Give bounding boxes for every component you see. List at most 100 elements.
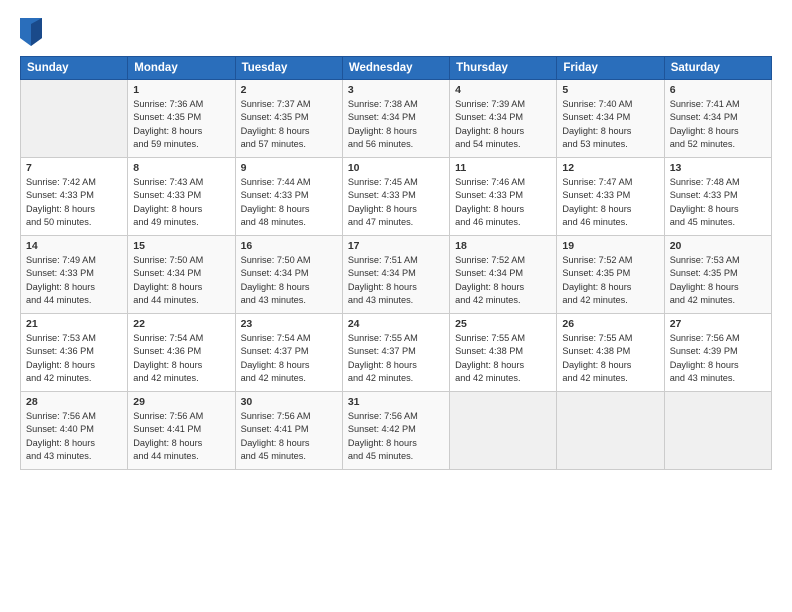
calendar-cell: 15Sunrise: 7:50 AM Sunset: 4:34 PM Dayli… (128, 236, 235, 314)
header-cell-wednesday: Wednesday (342, 57, 449, 80)
day-number: 27 (670, 318, 766, 330)
day-number: 17 (348, 240, 444, 252)
calendar-cell: 4 Sunrise: 7:39 AM Sunset: 4:34 PM Daylig… (450, 80, 557, 158)
day-info: Sunrise: 7:56 AM Sunset: 4:41 PM Dayligh… (133, 410, 229, 463)
header-cell-saturday: Saturday (664, 57, 771, 80)
week-row-0: 1 Sunrise: 7:36 AM Sunset: 4:35 PM Daylig… (21, 80, 772, 158)
calendar-cell: 18 Sunrise: 7:52 AM Sunset: 4:34 PM Dayli… (450, 236, 557, 314)
day-info: Sunrise: 7:54 AM Sunset: 4:37 PM Dayligh… (241, 332, 337, 385)
day-number: 18 (455, 240, 551, 252)
calendar-cell: 28Sunrise: 7:56 AM Sunset: 4:40 PM Dayli… (21, 392, 128, 470)
day-number: 5 (562, 84, 658, 96)
week-row-1: 7Sunrise: 7:42 AM Sunset: 4:33 PM Daylig… (21, 158, 772, 236)
day-number: 8 (133, 162, 229, 174)
calendar-cell: 29 Sunrise: 7:56 AM Sunset: 4:41 PM Dayli… (128, 392, 235, 470)
calendar-cell: 27 Sunrise: 7:56 AM Sunset: 4:39 PM Dayli… (664, 314, 771, 392)
calendar-cell: 21 Sunrise: 7:53 AM Sunset: 4:36 PM Dayli… (21, 314, 128, 392)
day-info: Sunrise: 7:36 AM Sunset: 4:35 PM Dayligh… (133, 98, 229, 151)
header (20, 18, 772, 46)
day-info: Sunrise: 7:54 AM Sunset: 4:36 PM Dayligh… (133, 332, 229, 385)
calendar-cell: 13 Sunrise: 7:48 AM Sunset: 4:33 PM Dayli… (664, 158, 771, 236)
day-info: Sunrise: 7:53 AM Sunset: 4:36 PM Dayligh… (26, 332, 122, 385)
day-number: 11 (455, 162, 551, 174)
day-info: Sunrise: 7:48 AM Sunset: 4:33 PM Dayligh… (670, 176, 766, 229)
header-cell-thursday: Thursday (450, 57, 557, 80)
day-info: Sunrise: 7:50 AM Sunset: 4:34 PM Dayligh… (241, 254, 337, 307)
logo-icon (20, 18, 42, 46)
calendar-cell: 25Sunrise: 7:55 AM Sunset: 4:38 PM Dayli… (450, 314, 557, 392)
calendar-cell: 6 Sunrise: 7:41 AM Sunset: 4:34 PM Daylig… (664, 80, 771, 158)
calendar-table: SundayMondayTuesdayWednesdayThursdayFrid… (20, 56, 772, 470)
calendar-cell: 7Sunrise: 7:42 AM Sunset: 4:33 PM Daylig… (21, 158, 128, 236)
day-number: 31 (348, 396, 444, 408)
day-number: 16 (241, 240, 337, 252)
day-info: Sunrise: 7:49 AM Sunset: 4:33 PM Dayligh… (26, 254, 122, 307)
day-info: Sunrise: 7:45 AM Sunset: 4:33 PM Dayligh… (348, 176, 444, 229)
day-info: Sunrise: 7:44 AM Sunset: 4:33 PM Dayligh… (241, 176, 337, 229)
calendar-cell: 8 Sunrise: 7:43 AM Sunset: 4:33 PM Daylig… (128, 158, 235, 236)
day-info: Sunrise: 7:56 AM Sunset: 4:42 PM Dayligh… (348, 410, 444, 463)
header-cell-sunday: Sunday (21, 57, 128, 80)
calendar-cell: 12 Sunrise: 7:47 AM Sunset: 4:33 PM Dayli… (557, 158, 664, 236)
calendar-cell: 1 Sunrise: 7:36 AM Sunset: 4:35 PM Daylig… (128, 80, 235, 158)
day-number: 7 (26, 162, 122, 174)
calendar-cell: 23 Sunrise: 7:54 AM Sunset: 4:37 PM Dayli… (235, 314, 342, 392)
calendar-cell: 10 Sunrise: 7:45 AM Sunset: 4:33 PM Dayli… (342, 158, 449, 236)
day-info: Sunrise: 7:39 AM Sunset: 4:34 PM Dayligh… (455, 98, 551, 151)
day-info: Sunrise: 7:37 AM Sunset: 4:35 PM Dayligh… (241, 98, 337, 151)
calendar-cell: 17Sunrise: 7:51 AM Sunset: 4:34 PM Dayli… (342, 236, 449, 314)
calendar-cell (450, 392, 557, 470)
day-number: 4 (455, 84, 551, 96)
day-info: Sunrise: 7:41 AM Sunset: 4:34 PM Dayligh… (670, 98, 766, 151)
day-number: 2 (241, 84, 337, 96)
day-number: 1 (133, 84, 229, 96)
day-number: 14 (26, 240, 122, 252)
day-number: 10 (348, 162, 444, 174)
day-info: Sunrise: 7:50 AM Sunset: 4:34 PM Dayligh… (133, 254, 229, 307)
day-info: Sunrise: 7:56 AM Sunset: 4:41 PM Dayligh… (241, 410, 337, 463)
day-info: Sunrise: 7:56 AM Sunset: 4:40 PM Dayligh… (26, 410, 122, 463)
calendar-cell: 14 Sunrise: 7:49 AM Sunset: 4:33 PM Dayli… (21, 236, 128, 314)
day-info: Sunrise: 7:47 AM Sunset: 4:33 PM Dayligh… (562, 176, 658, 229)
calendar-cell: 5 Sunrise: 7:40 AM Sunset: 4:34 PM Daylig… (557, 80, 664, 158)
calendar-cell: 24 Sunrise: 7:55 AM Sunset: 4:37 PM Dayli… (342, 314, 449, 392)
calendar-cell: 9 Sunrise: 7:44 AM Sunset: 4:33 PM Daylig… (235, 158, 342, 236)
day-number: 20 (670, 240, 766, 252)
calendar-cell: 3Sunrise: 7:38 AM Sunset: 4:34 PM Daylig… (342, 80, 449, 158)
day-number: 22 (133, 318, 229, 330)
header-cell-friday: Friday (557, 57, 664, 80)
day-number: 30 (241, 396, 337, 408)
calendar-cell (21, 80, 128, 158)
day-info: Sunrise: 7:55 AM Sunset: 4:37 PM Dayligh… (348, 332, 444, 385)
day-number: 29 (133, 396, 229, 408)
day-number: 23 (241, 318, 337, 330)
day-info: Sunrise: 7:56 AM Sunset: 4:39 PM Dayligh… (670, 332, 766, 385)
day-info: Sunrise: 7:40 AM Sunset: 4:34 PM Dayligh… (562, 98, 658, 151)
day-number: 19 (562, 240, 658, 252)
calendar-header-row: SundayMondayTuesdayWednesdayThursdayFrid… (21, 57, 772, 80)
day-info: Sunrise: 7:43 AM Sunset: 4:33 PM Dayligh… (133, 176, 229, 229)
day-info: Sunrise: 7:55 AM Sunset: 4:38 PM Dayligh… (562, 332, 658, 385)
week-row-2: 14 Sunrise: 7:49 AM Sunset: 4:33 PM Dayli… (21, 236, 772, 314)
day-number: 6 (670, 84, 766, 96)
calendar-cell: 16 Sunrise: 7:50 AM Sunset: 4:34 PM Dayli… (235, 236, 342, 314)
header-cell-tuesday: Tuesday (235, 57, 342, 80)
day-number: 13 (670, 162, 766, 174)
week-row-4: 28Sunrise: 7:56 AM Sunset: 4:40 PM Dayli… (21, 392, 772, 470)
logo (20, 18, 45, 46)
calendar-cell: 22 Sunrise: 7:54 AM Sunset: 4:36 PM Dayli… (128, 314, 235, 392)
calendar-cell: 31 Sunrise: 7:56 AM Sunset: 4:42 PM Dayli… (342, 392, 449, 470)
day-info: Sunrise: 7:52 AM Sunset: 4:35 PM Dayligh… (562, 254, 658, 307)
day-number: 25 (455, 318, 551, 330)
day-number: 21 (26, 318, 122, 330)
day-number: 24 (348, 318, 444, 330)
calendar-cell: 11 Sunrise: 7:46 AM Sunset: 4:33 PM Dayli… (450, 158, 557, 236)
day-number: 9 (241, 162, 337, 174)
day-info: Sunrise: 7:52 AM Sunset: 4:34 PM Dayligh… (455, 254, 551, 307)
day-number: 3 (348, 84, 444, 96)
day-info: Sunrise: 7:46 AM Sunset: 4:33 PM Dayligh… (455, 176, 551, 229)
week-row-3: 21 Sunrise: 7:53 AM Sunset: 4:36 PM Dayli… (21, 314, 772, 392)
calendar-cell: 19 Sunrise: 7:52 AM Sunset: 4:35 PM Dayli… (557, 236, 664, 314)
day-info: Sunrise: 7:53 AM Sunset: 4:35 PM Dayligh… (670, 254, 766, 307)
day-number: 12 (562, 162, 658, 174)
